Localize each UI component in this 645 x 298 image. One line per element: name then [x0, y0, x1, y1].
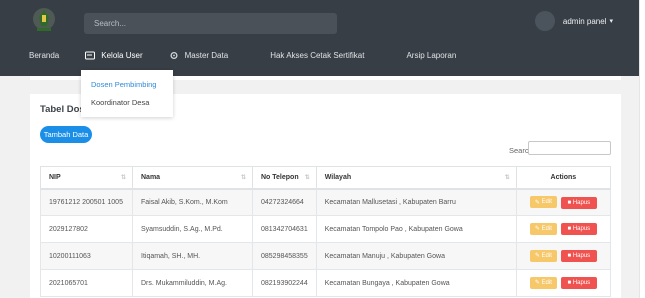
table-row: 2021065701 Drs. Mukammiluddin, M.Ag. 082…: [40, 269, 612, 297]
top-navbar: Search... admin panel ▾ Beranda Kelola U…: [0, 0, 639, 76]
menu-kelola-user[interactable]: Kelola User: [85, 51, 143, 60]
menu-label: Master Data: [184, 51, 229, 60]
edit-icon: ✎: [534, 253, 540, 260]
menu-beranda[interactable]: Beranda: [13, 51, 59, 60]
gear-icon: [170, 51, 178, 60]
trash-icon: ■: [567, 226, 572, 233]
main-menu: Beranda Kelola User Master Data Hak Akse…: [13, 51, 482, 60]
cell-nama: Itiqamah, SH., MH.: [132, 242, 253, 270]
sort-icon: ⇅: [304, 175, 310, 181]
cell-actions: ✎ Edit ■ Hapus: [515, 215, 612, 243]
cell-nip: 19761212 200501 1005: [40, 188, 133, 216]
cell-nama: Faisal Akib, S.Kom., M.Kom: [132, 188, 253, 216]
menu-label: Kelola User: [101, 51, 143, 60]
edit-icon: ✎: [534, 280, 540, 287]
delete-button[interactable]: ■ Hapus: [560, 223, 597, 236]
sort-icon: ⇅: [504, 175, 510, 181]
cell-nip: 10200111063: [40, 242, 133, 270]
cell-nama: Syamsuddin, S.Ag., M.Pd.: [132, 215, 253, 243]
kelola-user-dropdown: Dosen Pembimbing Koordinator Desa: [81, 70, 173, 117]
column-header-telepon[interactable]: No Telepon ⇅: [252, 166, 317, 190]
column-header-nip[interactable]: NIP ⇅: [40, 166, 133, 190]
table-row: 2029127802 Syamsuddin, S.Ag., M.Pd. 0813…: [40, 215, 612, 243]
dropdown-item-koordinator-desa[interactable]: Koordinator Desa: [91, 98, 149, 107]
column-header-nama[interactable]: Nama ⇅: [132, 166, 253, 190]
edit-button[interactable]: ✎ Edit: [529, 196, 557, 208]
column-header-actions: Actions: [515, 166, 612, 190]
cell-telepon: 085298458355: [252, 242, 317, 270]
admin-label: admin panel: [562, 16, 607, 26]
edit-button[interactable]: ✎ Edit: [529, 249, 557, 262]
cell-telepon: 04272324664: [252, 188, 317, 216]
chevron-down-icon: ▾: [609, 18, 613, 25]
menu-label: Beranda: [29, 51, 60, 60]
search-input[interactable]: Search...: [84, 13, 337, 34]
data-card: Tabel Dose Tambah Data Search: NIP ⇅ Nama…: [30, 94, 621, 298]
table-search-input[interactable]: [528, 141, 611, 155]
university-logo[interactable]: [31, 6, 57, 34]
edit-icon: ✎: [534, 226, 540, 233]
cell-nip: 2029127802: [40, 215, 133, 243]
dropdown-item-dosen-pembimbing[interactable]: Dosen Pembimbing: [91, 80, 156, 89]
menu-master-data[interactable]: Master Data: [169, 51, 229, 60]
cell-actions: ✎ Edit ■ Hapus: [515, 188, 612, 216]
edit-button[interactable]: ✎ Edit: [529, 222, 557, 235]
table-row: 19761212 200501 1005 Faisal Akib, S.Kom.…: [40, 188, 612, 216]
add-data-button[interactable]: Tambah Data: [40, 126, 92, 143]
menu-label: Arsip Laporan: [406, 51, 457, 60]
cell-wilayah: Kecamatan Mallusetasi , Kabupaten Barru: [315, 188, 517, 216]
edit-icon: ✎: [534, 199, 540, 206]
menu-label: Hak Akses Cetak Sertifikat: [270, 51, 365, 60]
grid-icon: [254, 51, 264, 60]
delete-button[interactable]: ■ Hapus: [560, 196, 597, 209]
cell-nama: Drs. Mukammiluddin, M.Ag.: [132, 269, 253, 297]
trash-icon: ■: [567, 199, 572, 206]
column-header-wilayah[interactable]: Wilayah ⇅: [315, 166, 517, 190]
delete-button[interactable]: ■ Hapus: [560, 250, 597, 263]
sort-icon: ⇅: [240, 175, 246, 181]
cell-wilayah: Kecamatan Bungaya , Kabupaten Gowa: [315, 269, 517, 297]
trash-icon: ■: [567, 280, 572, 287]
dosen-table: NIP ⇅ Nama ⇅ No Telepon ⇅ Wilayah ⇅ Actions …: [40, 166, 612, 297]
cell-telepon: 082193902244: [252, 269, 317, 297]
edit-button[interactable]: ✎ Edit: [529, 276, 557, 289]
table-row: 10200111063 Itiqamah, SH., MH. 085298458…: [40, 242, 612, 270]
delete-button[interactable]: ■ Hapus: [560, 277, 597, 290]
cell-actions: ✎ Edit ■ Hapus: [515, 269, 612, 297]
cell-actions: ✎ Edit ■ Hapus: [515, 242, 612, 270]
table-header-row: NIP ⇅ Nama ⇅ No Telepon ⇅ Wilayah ⇅ Actions: [40, 166, 612, 190]
cell-telepon: 081342704631: [252, 215, 317, 243]
cell-wilayah: Kecamatan Manuju , Kabupaten Gowa: [315, 242, 517, 270]
cell-nip: 2021065701: [40, 269, 133, 297]
cell-wilayah: Kecamatan Tompolo Pao , Kabupaten Gowa: [315, 215, 517, 243]
sort-icon: ⇅: [120, 175, 126, 181]
menu-hak-akses[interactable]: Hak Akses Cetak Sertifikat: [254, 51, 364, 60]
trash-icon: ■: [567, 253, 572, 260]
user-menu[interactable]: admin panel ▾: [534, 11, 613, 31]
menu-arsip-laporan[interactable]: Arsip Laporan: [390, 51, 456, 60]
grid-icon: [13, 51, 23, 60]
avatar[interactable]: [534, 11, 555, 31]
window-edge: [639, 0, 645, 298]
grid-icon: [390, 51, 400, 60]
id-card-icon: [85, 51, 96, 60]
